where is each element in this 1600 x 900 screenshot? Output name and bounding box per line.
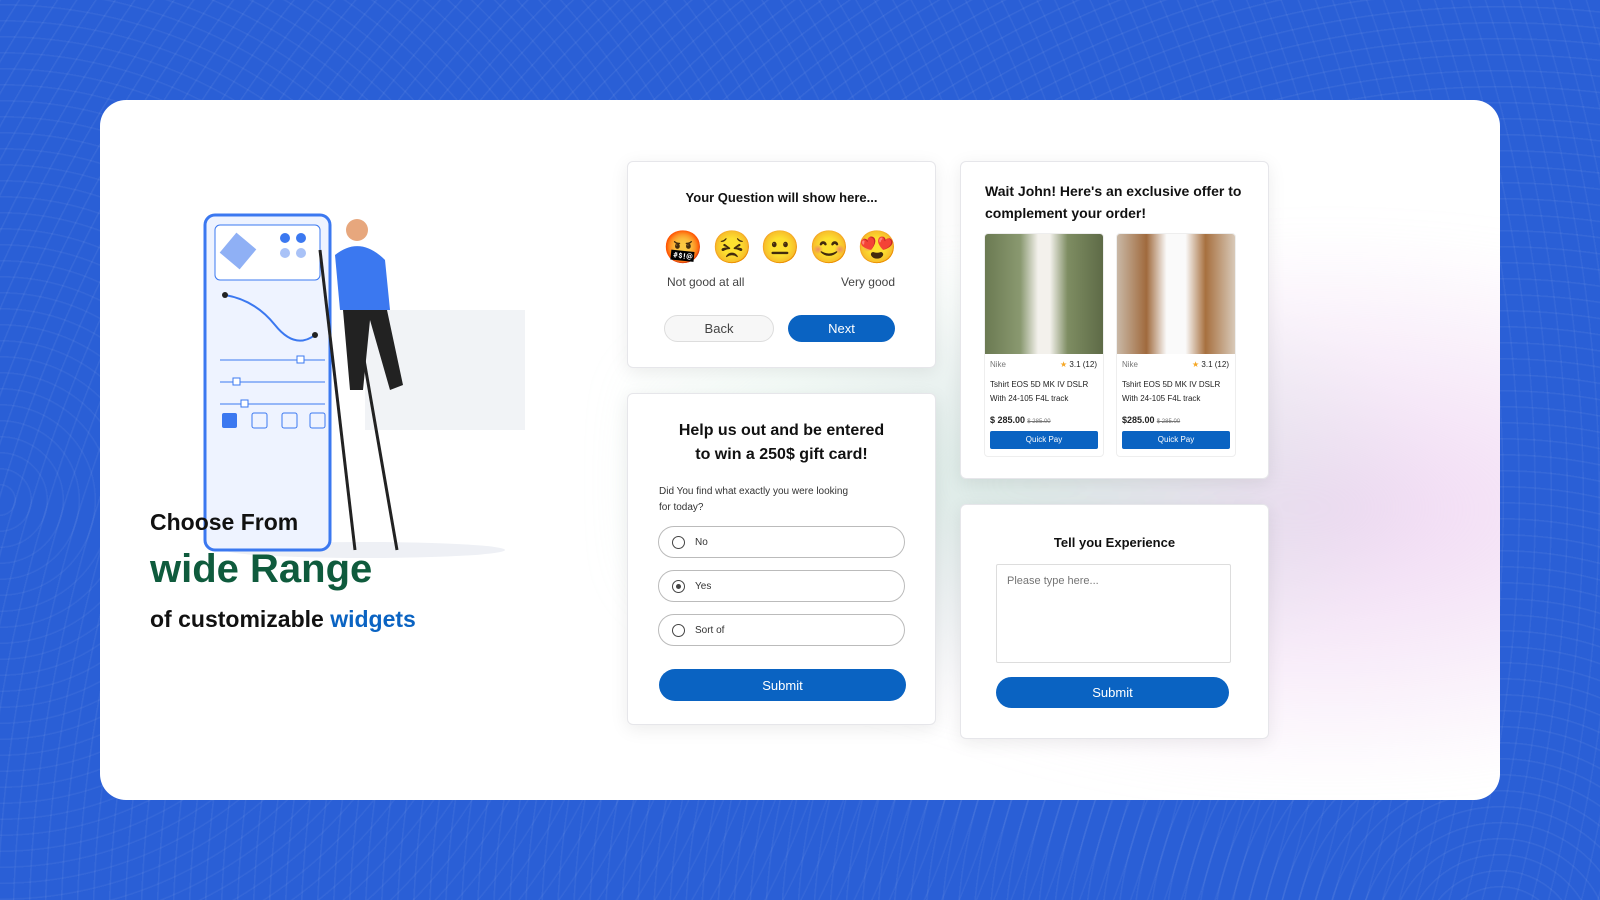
survey-widget: Help us out and be entered to win a 250$… bbox=[627, 393, 936, 725]
offer-widget: Wait John! Here's an exclusive offer to … bbox=[960, 161, 1269, 479]
rating-widget: Your Question will show here... 🤬 😣 😐 😊 … bbox=[627, 161, 936, 368]
main-panel: Choose From wide Range of customizable w… bbox=[100, 100, 1500, 800]
high-label: Very good bbox=[840, 275, 895, 289]
radio-button[interactable] bbox=[672, 536, 685, 549]
headline-line1: Choose From bbox=[150, 509, 299, 535]
survey-submit-button[interactable]: Submit bbox=[659, 669, 906, 701]
product-name: Tshirt EOS 5D MK IV DSLR With 24-105 F4L… bbox=[1122, 380, 1221, 403]
quick-pay-button[interactable]: Quick Pay bbox=[1122, 431, 1230, 449]
star-icon: ★ bbox=[1192, 360, 1200, 369]
option-sort-of[interactable]: Sort of bbox=[658, 614, 905, 646]
product-image[interactable] bbox=[1117, 234, 1235, 354]
accent-word: widgets bbox=[330, 606, 416, 632]
product-name: Tshirt EOS 5D MK IV DSLR With 24-105 F4L… bbox=[990, 380, 1089, 403]
old-price: $ 285.00 bbox=[1027, 419, 1051, 425]
headline-line2: wide Range bbox=[150, 547, 373, 591]
option-no[interactable]: No bbox=[658, 526, 905, 558]
emoji-neutral-icon[interactable]: 😐 bbox=[760, 229, 800, 265]
emoji-angry-icon[interactable]: 🤬 bbox=[663, 229, 703, 265]
radio-button[interactable] bbox=[672, 624, 685, 637]
survey-question: Did You find what exactly you were looki… bbox=[659, 486, 849, 513]
survey-title-line1: Help us out and be entered bbox=[678, 422, 885, 439]
radio-button-selected[interactable] bbox=[672, 580, 685, 593]
feedback-submit-button[interactable]: Submit bbox=[996, 677, 1229, 708]
option-yes[interactable]: Yes bbox=[658, 570, 905, 602]
product-card: Nike ★ 3.1 (12) Tshirt EOS 5D MK IV DSLR… bbox=[984, 233, 1104, 457]
price: $ 285.00 bbox=[990, 415, 1026, 425]
emoji-happy-icon[interactable]: 😊 bbox=[809, 229, 849, 265]
quick-pay-button[interactable]: Quick Pay bbox=[990, 431, 1098, 449]
offer-title: Wait John! Here's an exclusive offer to … bbox=[985, 183, 1242, 221]
product-image[interactable] bbox=[985, 234, 1103, 354]
product-card: Nike ★ 3.1 (12) Tshirt EOS 5D MK IV DSLR… bbox=[1116, 233, 1236, 457]
price: $285.00 bbox=[1122, 415, 1155, 425]
feedback-title: Tell you Experience bbox=[1053, 535, 1176, 550]
emoji-love-icon[interactable]: 😍 bbox=[857, 229, 897, 265]
emoji-sad-icon[interactable]: 😣 bbox=[712, 229, 752, 265]
low-label: Not good at all bbox=[667, 275, 745, 289]
rating: ★ 3.1 (12) bbox=[1192, 360, 1229, 369]
rating-question: Your Question will show here... bbox=[685, 190, 878, 205]
back-button[interactable]: Back bbox=[664, 315, 774, 342]
old-price: $ 285.00 bbox=[1156, 419, 1181, 425]
star-icon: ★ bbox=[1060, 360, 1068, 369]
feedback-widget: Tell you Experience Submit bbox=[960, 504, 1269, 739]
experience-textarea[interactable] bbox=[996, 564, 1231, 663]
rating: ★ 3.1 (12) bbox=[1060, 360, 1097, 369]
headline-line3: of customizable widgets bbox=[150, 606, 416, 632]
survey-title-line2: to win a 250$ gift card! bbox=[695, 446, 868, 463]
next-button[interactable]: Next bbox=[788, 315, 895, 342]
